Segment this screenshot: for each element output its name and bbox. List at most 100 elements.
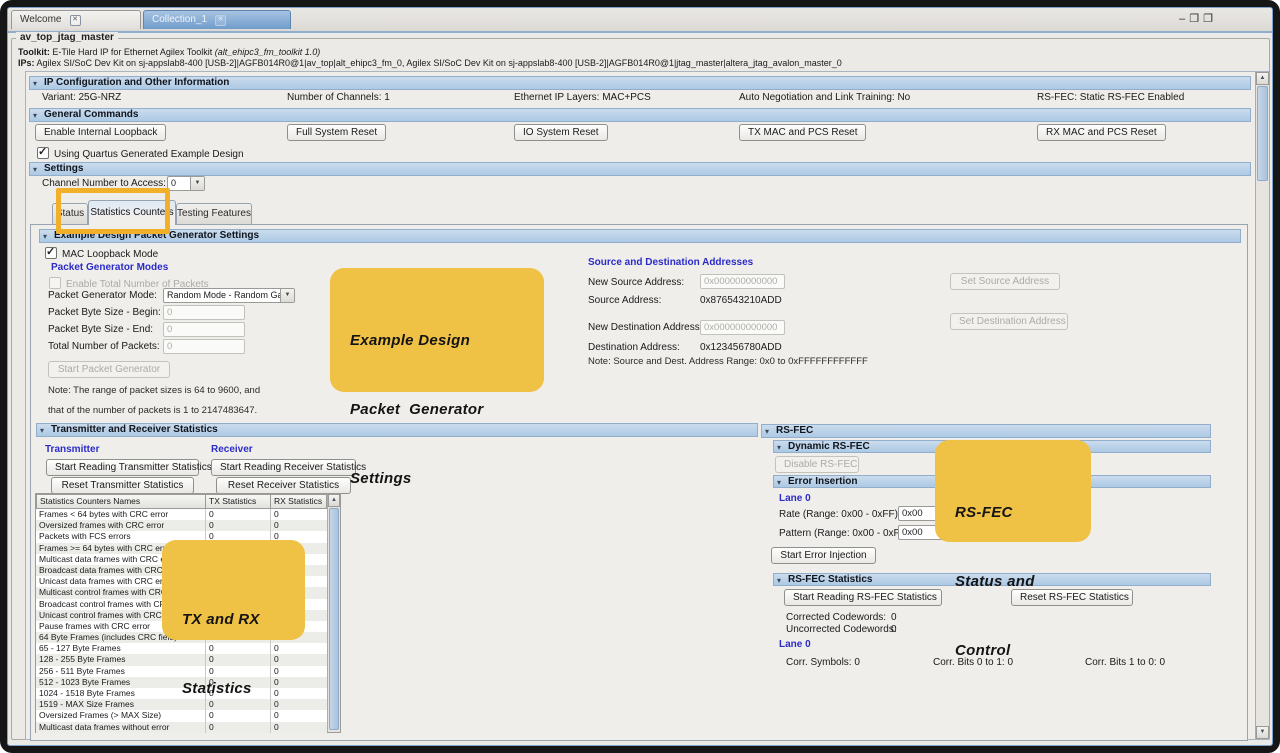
tab-welcome[interactable]: Welcome ✕	[11, 10, 141, 29]
toolkit-line: Toolkit: E-Tile Hard IP for Ethernet Agi…	[18, 47, 320, 57]
packet-generator-modes-header: Packet Generator Modes	[51, 262, 168, 273]
new-destination-input	[700, 320, 785, 335]
packet-generator-mode-select[interactable]: Random Mode - Random Gap ▼	[163, 288, 295, 303]
start-reading-rsfec-stats-button[interactable]: Start Reading RS-FEC Statistics	[784, 589, 942, 606]
window-controls: –❐❐	[1179, 12, 1217, 25]
new-source-input	[700, 274, 785, 289]
toolkit-text: E-Tile Hard IP for Ethernet Agilex Toolk…	[50, 47, 215, 57]
receiver-header: Receiver	[211, 444, 253, 455]
uncorrected-codewords-label: Uncorrected Codewords:	[786, 624, 897, 635]
destination-address-label: Destination Address:	[588, 342, 680, 353]
start-error-injection-button[interactable]: Start Error Injection	[771, 547, 876, 564]
collapse-icon[interactable]: ▾	[33, 164, 37, 175]
destination-address-value: 0x123456780ADD	[700, 342, 782, 353]
dropdown-arrow-icon: ▼	[280, 289, 294, 302]
pattern-label: Pattern (Range: 0x00 - 0xFF):	[779, 528, 912, 539]
master-group-title: av_top_jtag_master	[16, 32, 118, 43]
tab-testing-features[interactable]: Testing Features	[176, 203, 252, 224]
restore-button[interactable]: ❐	[1189, 13, 1203, 25]
scroll-up-icon[interactable]: ▲	[1256, 72, 1269, 85]
quartus-example-checkbox[interactable]: Using Quartus Generated Example Design	[37, 147, 244, 160]
uncorrected-codewords-value: 0	[891, 624, 897, 635]
table-scrollbar[interactable]: ▲	[327, 494, 340, 732]
source-address-value: 0x876543210ADD	[700, 295, 782, 306]
tab-welcome-label: Welcome	[20, 14, 62, 25]
ips-text: Agilex SI/SoC Dev Kit on sj-appslab8-400…	[35, 58, 842, 68]
set-source-address-button: Set Source Address	[950, 273, 1060, 290]
ips-line: IPs: Agilex SI/SoC Dev Kit on sj-appslab…	[18, 58, 842, 68]
corrected-codewords-value: 0	[891, 612, 897, 623]
start-packet-generator-button: Start Packet Generator	[48, 361, 170, 378]
lane-0-stats-header: Lane 0	[779, 639, 811, 650]
mac-loopback-checkbox[interactable]: MAC Loopback Mode	[45, 247, 158, 260]
command-button[interactable]: Enable Internal Loopback	[35, 124, 166, 141]
reset-rx-stats-button[interactable]: Reset Receiver Statistics	[216, 477, 351, 494]
callout-tx-rx-statistics: TX and RX Statistics	[162, 540, 305, 640]
start-reading-tx-stats-button[interactable]: Start Reading Transmitter Statistics	[46, 459, 199, 476]
toolkit-label: Toolkit:	[18, 47, 50, 57]
collapse-icon[interactable]: ▾	[33, 78, 37, 89]
reset-tx-stats-button[interactable]: Reset Transmitter Statistics	[51, 477, 194, 494]
channel-number-select[interactable]: 0 ▼	[167, 176, 205, 191]
transmitter-header: Transmitter	[45, 444, 99, 455]
collapse-icon[interactable]: ▾	[765, 426, 769, 437]
column-header-tx[interactable]: TX Statistics	[205, 494, 271, 509]
packet-note-line1: Note: The range of packet sizes is 64 to…	[48, 385, 260, 396]
collapse-icon[interactable]: ▾	[777, 477, 781, 488]
ip-config-field: RS-FEC: Static RS-FEC Enabled	[1037, 92, 1184, 103]
ip-config-field: Auto Negotiation and Link Training: No	[739, 92, 910, 103]
new-destination-label: New Destination Address:	[588, 322, 703, 333]
corr-bits-1-to-0-value: Corr. Bits 1 to 0: 0	[1085, 657, 1165, 668]
total-packets-label: Total Number of Packets:	[48, 341, 160, 352]
ip-config-field: Variant: 25G-NRZ	[42, 92, 121, 103]
tab-collection-1-label: Collection_1	[152, 14, 207, 25]
mode-label: Packet Generator Mode:	[48, 290, 157, 301]
dropdown-arrow-icon: ▼	[190, 177, 204, 190]
checkbox-icon	[49, 277, 61, 289]
collapse-icon[interactable]: ▾	[43, 231, 47, 242]
byte-end-input	[163, 322, 245, 337]
toolkit-version: (alt_ehipc3_fm_toolkit 1.0)	[215, 47, 321, 57]
main-scrollbar[interactable]: ▲ ▼	[1255, 72, 1269, 739]
section-rsfec: ▾ RS-FEC	[761, 424, 1211, 438]
collapse-icon[interactable]: ▾	[33, 110, 37, 121]
command-button[interactable]: TX MAC and PCS Reset	[739, 124, 866, 141]
disable-rsfec-button: Disable RS-FEC	[775, 456, 859, 473]
collapse-icon[interactable]: ▾	[40, 425, 44, 436]
command-button[interactable]: RX MAC and PCS Reset	[1037, 124, 1166, 141]
checkbox-icon	[45, 247, 57, 259]
table-row[interactable]: Frames < 64 bytes with CRC error00	[36, 509, 327, 520]
column-header-names[interactable]: Statistics Counters Names	[36, 494, 206, 509]
command-button[interactable]: Full System Reset	[287, 124, 386, 141]
collapse-icon[interactable]: ▾	[777, 442, 781, 453]
screenshot-stage: Welcome✕ Collection_1✕ –❐❐ av_top_jtag_m…	[0, 0, 1280, 753]
ip-config-field: Ethernet IP Layers: MAC+PCS	[514, 92, 651, 103]
close-icon[interactable]: ✕	[70, 15, 81, 26]
callout-rsfec-status: RS-FEC Status and Control	[935, 440, 1091, 542]
scrollbar-thumb[interactable]	[1257, 86, 1268, 181]
byte-end-label: Packet Byte Size - End:	[48, 324, 153, 335]
checkbox-icon	[37, 147, 49, 159]
table-row[interactable]: Oversized frames with CRC error00	[36, 520, 327, 531]
tab-collection-1[interactable]: Collection_1 ✕	[143, 10, 291, 29]
packet-note-line2: that of the number of packets is 1 to 21…	[48, 405, 257, 416]
start-reading-rx-stats-button[interactable]: Start Reading Receiver Statistics	[211, 459, 356, 476]
corrected-codewords-label: Corrected Codewords:	[786, 612, 886, 623]
minimize-button[interactable]: –	[1179, 13, 1189, 25]
new-source-label: New Source Address:	[588, 277, 684, 288]
section-packet-generator: ▾ Example Design Packet Generator Settin…	[39, 229, 1241, 243]
maximize-button[interactable]: ❐	[1203, 13, 1217, 25]
command-button[interactable]: IO System Reset	[514, 124, 608, 141]
collapse-icon[interactable]: ▾	[777, 575, 781, 586]
section-settings: ▾ Settings	[29, 162, 1251, 176]
callout-packet-generator: Example Design Packet Generator Settings	[330, 268, 544, 392]
editor-tab-bar: Welcome✕ Collection_1✕ –❐❐	[8, 8, 1272, 33]
scroll-up-icon[interactable]: ▲	[328, 494, 340, 507]
rate-label: Rate (Range: 0x00 - 0xFF):	[779, 509, 901, 520]
close-icon[interactable]: ✕	[215, 15, 226, 26]
scroll-down-icon[interactable]: ▼	[1256, 726, 1269, 739]
scrollbar-thumb[interactable]	[329, 508, 339, 730]
corr-symbols-value: Corr. Symbols: 0	[786, 657, 860, 668]
column-header-rx[interactable]: RX Statistics	[270, 494, 327, 509]
set-destination-address-button: Set Destination Address	[950, 313, 1068, 330]
